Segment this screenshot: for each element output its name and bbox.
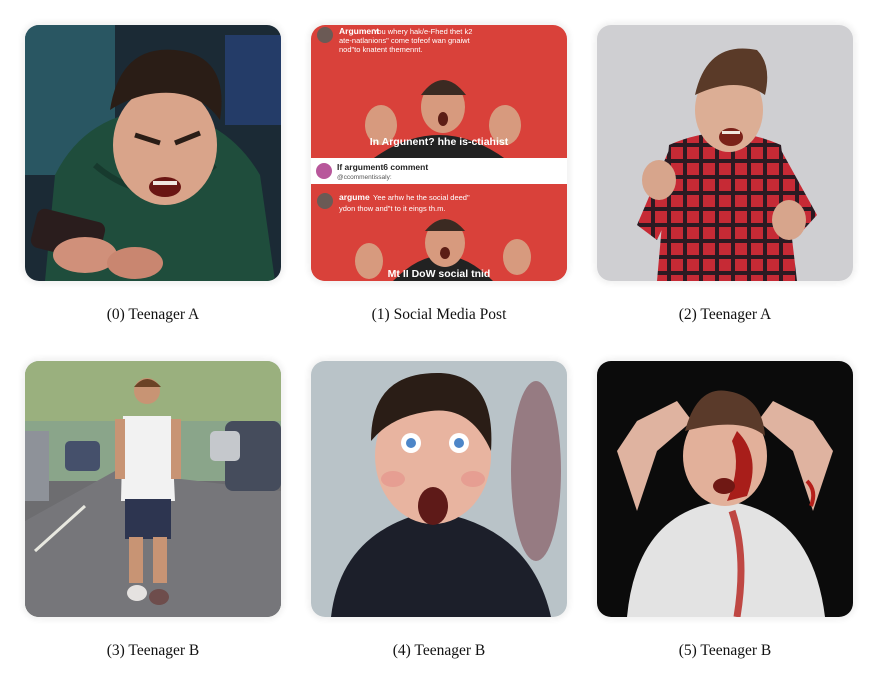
comment-handle: If argument6 comment bbox=[337, 162, 428, 172]
teenager-a-flannel-image bbox=[597, 25, 853, 281]
comment-sub: @ccommentissaly: bbox=[337, 174, 392, 181]
caption-2: (2) Teenager A bbox=[678, 306, 772, 323]
post-top-text-3: nod"to knatent themennt. bbox=[339, 45, 423, 54]
avatar-icon bbox=[317, 27, 333, 43]
post-bottom-text-1: Yee arhw he the social deed" bbox=[373, 193, 470, 202]
social-media-post-image: Argument You whery hak/e-Fhed thet k2 at… bbox=[311, 25, 567, 281]
image-card-1: Argument You whery hak/e-Fhed thet k2 at… bbox=[311, 25, 567, 281]
teenager-b-walking-image bbox=[25, 361, 281, 617]
post-bottom-handle: argume bbox=[339, 192, 370, 202]
image-card-3 bbox=[25, 361, 281, 617]
caption-3: (3) Teenager B bbox=[106, 642, 200, 659]
post-banner-1: In Argunent? hhe is-ctiahist bbox=[370, 136, 509, 148]
comment-avatar-icon bbox=[316, 163, 332, 179]
avatar-icon-2 bbox=[317, 193, 333, 209]
image-card-4 bbox=[311, 361, 567, 617]
caption-5: (5) Teenager B bbox=[678, 642, 772, 659]
teenager-a-phone-image bbox=[25, 25, 281, 281]
teenager-b-shocked-image bbox=[311, 361, 567, 617]
post-bottom-text-2: ydon thow and"t to it eings th.m. bbox=[339, 204, 445, 213]
post-top-text-2: ate-natlanions" come tofeof wan gnaiwt bbox=[339, 36, 471, 45]
teenager-b-injured-image bbox=[597, 361, 853, 617]
caption-1: (1) Social Media Post bbox=[371, 306, 507, 323]
image-card-2 bbox=[597, 25, 853, 281]
caption-4: (4) Teenager B bbox=[392, 642, 486, 659]
caption-0: (0) Teenager A bbox=[106, 306, 200, 323]
image-card-5 bbox=[597, 361, 853, 617]
image-card-0 bbox=[25, 25, 281, 281]
post-banner-2: Mt II DoW social tnid bbox=[388, 268, 491, 280]
post-top-text-1: You whery hak/e-Fhed thet k2 bbox=[373, 27, 472, 36]
